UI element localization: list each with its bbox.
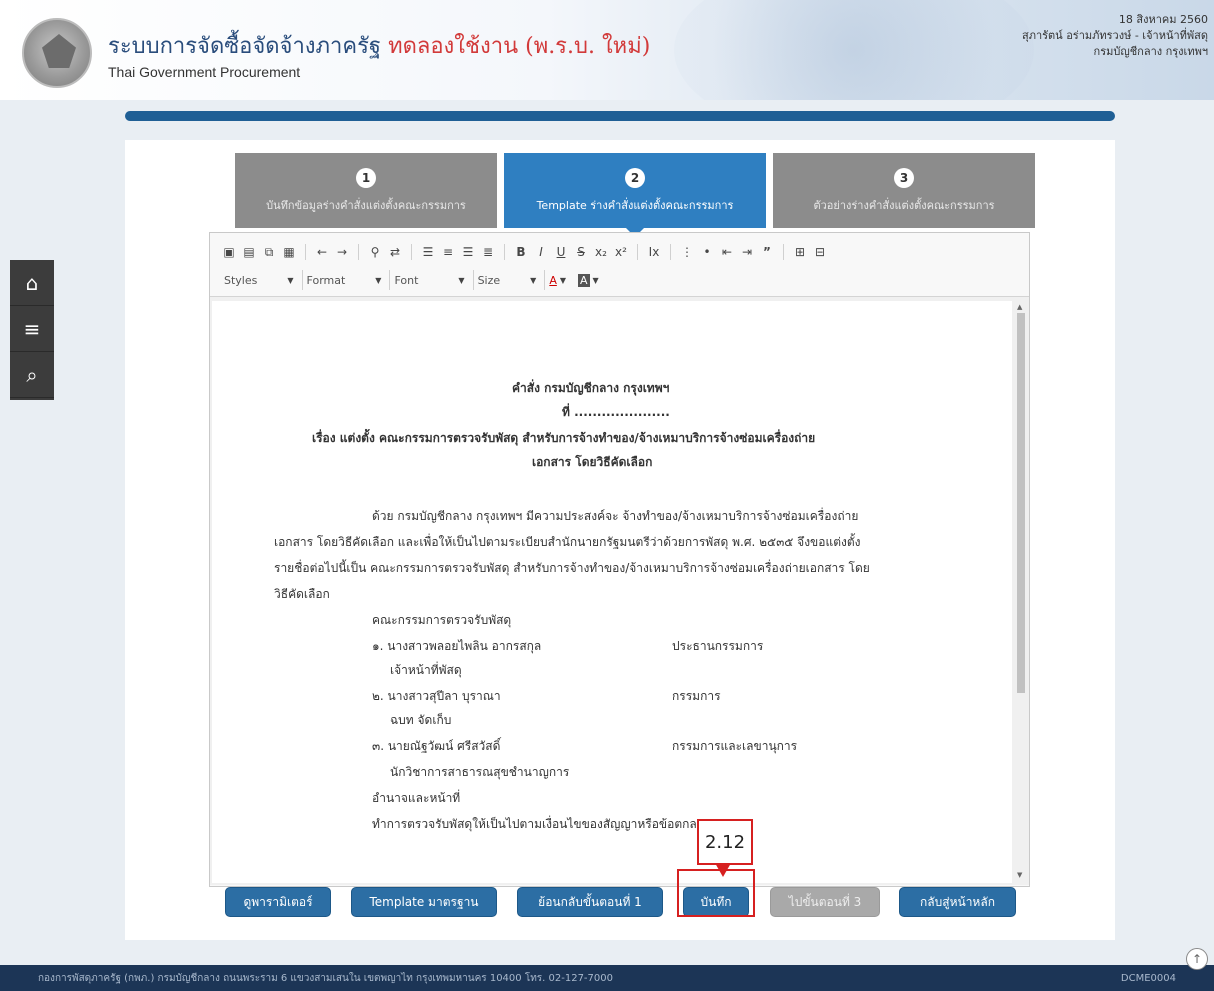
government-logo <box>22 18 92 88</box>
member-3-position: นักวิชาการสาธารณสุขชำนาญการ <box>390 765 570 779</box>
footer-address: กองการพัสดุภาครัฐ (กพภ.) กรมบัญชีกลาง ถน… <box>38 972 613 984</box>
superscript-icon[interactable]: x² <box>612 243 630 261</box>
size-dropdown[interactable]: Size ▼ <box>472 270 536 290</box>
text-color-dropdown[interactable]: A ▼ <box>544 270 566 290</box>
member-1-name: ๑. นางสาวพลอยไพลิน อากรสกุล <box>372 639 542 653</box>
wizard-steps: 1 บันทึกข้อมูลร่างคำสั่งแต่งตั้งคณะกรรมก… <box>235 153 1035 237</box>
duty-title: อำนาจและหน้าที่ <box>372 791 461 805</box>
header-pattern <box>674 0 1034 100</box>
site-title-en: Thai Government Procurement <box>108 64 301 80</box>
doc-subject: เรื่อง แต่งตั้ง คณะกรรมการตรวจรับพัสดุ ส… <box>312 431 816 445</box>
duty-text: ทำการตรวจรับพัสดุให้เป็นไปตามเงื่อนไขของ… <box>372 817 703 831</box>
strike-icon[interactable]: S <box>572 243 590 261</box>
committee-title: คณะกรรมการตรวจรับพัสดุ <box>372 613 512 627</box>
horizontal-rule-icon[interactable]: ⊟ <box>811 243 829 261</box>
copy-icon[interactable]: ⧉ <box>260 243 278 261</box>
find-icon[interactable]: ⚲ <box>366 243 384 261</box>
undo-icon[interactable]: ← <box>313 243 331 261</box>
font-dropdown[interactable]: Font ▼ <box>389 270 465 290</box>
source-icon[interactable]: ▣ <box>220 243 238 261</box>
editor-scrollbar[interactable]: ▲ ▼ <box>1015 303 1027 879</box>
member-3-name: ๓. นายณัฐวัฒน์ ศรีสวัสดิ์ <box>372 739 501 753</box>
step-label: Template ร่างคำสั่งแต่งตั้งคณะกรรมการ <box>536 198 734 212</box>
redo-icon[interactable]: → <box>333 243 351 261</box>
step-number: 1 <box>356 167 376 188</box>
bold-icon[interactable]: B <box>512 243 530 261</box>
save-doc-icon[interactable]: ▤ <box>240 243 258 261</box>
editor-toolbar: ▣ ▤ ⧉ ▦ ← → ⚲ ⇄ ☰ ≡ ☰ ≣ B I U S x₂ x² Ix… <box>210 233 1029 297</box>
site-title: ระบบการจัดซื้อจัดจ้างภาครัฐ ทดลองใช้งาน … <box>108 34 651 59</box>
member-1-role: ประธานกรรมการ <box>672 639 764 653</box>
template-standard-button[interactable]: Template มาตรฐาน <box>351 887 497 917</box>
back-step-1-button[interactable]: ย้อนกลับขั้นตอนที่ 1 <box>517 887 663 917</box>
step-3[interactable]: 3 ตัวอย่างร่างคำสั่งแต่งตั้งคณะกรรมการ <box>773 153 1035 228</box>
scroll-up-icon[interactable]: ▲ <box>1017 303 1022 311</box>
styles-dropdown[interactable]: Styles ▼ <box>220 270 294 290</box>
underline-icon[interactable]: U <box>552 243 570 261</box>
step-2[interactable]: 2 Template ร่างคำสั่งแต่งตั้งคณะกรรมการ <box>504 153 766 237</box>
align-left-icon[interactable]: ☰ <box>419 243 437 261</box>
member-2-name: ๒. นางสาวสุปีลา บุราณา <box>372 689 501 703</box>
step-label: ตัวอย่างร่างคำสั่งแต่งตั้งคณะกรรมการ <box>813 198 995 212</box>
doc-para-4: วิธีคัดเลือก <box>274 587 330 601</box>
rich-text-editor: ▣ ▤ ⧉ ▦ ← → ⚲ ⇄ ☰ ≡ ☰ ≣ B I U S x₂ x² Ix… <box>209 232 1030 887</box>
trial-label: ทดลองใช้งาน (พ.ร.บ. ใหม่) <box>388 34 651 59</box>
current-date: 18 สิงหาคม 2560 <box>1118 13 1208 26</box>
menu-icon[interactable]: ≡ <box>10 306 54 352</box>
doc-number: ที่ ..................... <box>562 405 670 419</box>
document-page[interactable]: คำสั่ง กรมบัญชีกลาง กรุงเทพฯ ที่ .......… <box>212 301 1012 883</box>
replace-icon[interactable]: ⇄ <box>386 243 404 261</box>
step-annotation-callout: 2.12 <box>697 819 753 877</box>
step-number: 2 <box>625 167 645 188</box>
doc-para-2: เอกสาร โดยวิธีคัดเลือก และเพื่อให้เป็นไป… <box>274 535 861 549</box>
user-name: สุภารัตน์ อร่ามภัทรวงษ์ - เจ้าหน้าที่พัส… <box>1021 29 1208 42</box>
bullet-list-icon[interactable]: • <box>698 243 716 261</box>
member-2-role: กรรมการ <box>672 689 721 703</box>
align-justify-icon[interactable]: ≣ <box>479 243 497 261</box>
align-center-icon[interactable]: ≡ <box>439 243 457 261</box>
outdent-icon[interactable]: ⇤ <box>718 243 736 261</box>
footer-code: DCME0004 <box>1120 972 1176 984</box>
next-step-3-button[interactable]: ไปขั้นตอนที่ 3 <box>770 887 880 917</box>
step-1[interactable]: 1 บันทึกข้อมูลร่างคำสั่งแต่งตั้งคณะกรรมก… <box>235 153 497 228</box>
italic-icon[interactable]: I <box>532 243 550 261</box>
view-parameter-button[interactable]: ดูพารามิเตอร์ <box>225 887 331 917</box>
member-3-role: กรรมการและเลขานุการ <box>672 739 798 753</box>
scroll-top-icon[interactable]: ↑ <box>1186 948 1208 970</box>
remove-format-icon[interactable]: Ix <box>645 243 663 261</box>
scroll-down-icon[interactable]: ▼ <box>1017 871 1022 879</box>
subscript-icon[interactable]: x₂ <box>592 243 610 261</box>
doc-heading: คำสั่ง กรมบัญชีกลาง กรุงเทพฯ <box>512 381 670 395</box>
home-icon[interactable]: ⌂ <box>10 260 54 306</box>
step-number: 3 <box>894 167 914 188</box>
numbered-list-icon[interactable]: ⋮ <box>678 243 696 261</box>
footer: กองการพัสดุภาครัฐ (กพภ.) กรมบัญชีกลาง ถน… <box>0 965 1214 991</box>
header-bar: ระบบการจัดซื้อจัดจ้างภาครัฐ ทดลองใช้งาน … <box>0 0 1214 100</box>
back-home-button[interactable]: กลับสู่หน้าหลัก <box>899 887 1016 917</box>
side-nav: ⌂ ≡ ⌕ <box>10 260 54 400</box>
scrollbar-thumb[interactable] <box>1017 313 1025 693</box>
doc-para-3: รายชื่อต่อไปนี้เป็น คณะกรรมการตรวจรับพัส… <box>274 561 870 575</box>
doc-para-1: ด้วย กรมบัญชีกลาง กรุงเทพฯ มีความประสงค์… <box>372 509 859 523</box>
search-icon[interactable]: ⌕ <box>10 352 54 398</box>
format-dropdown[interactable]: Format ▼ <box>301 270 381 290</box>
doc-subject-2: เอกสาร โดยวิธีคัดเลือก <box>532 455 653 469</box>
step-label: บันทึกข้อมูลร่างคำสั่งแต่งตั้งคณะกรรมการ <box>266 198 466 212</box>
indent-icon[interactable]: ⇥ <box>738 243 756 261</box>
user-department: กรมบัญชีกลาง กรุงเทพฯ <box>1093 45 1208 58</box>
align-right-icon[interactable]: ☰ <box>459 243 477 261</box>
member-1-position: เจ้าหน้าที่พัสดุ <box>390 663 462 677</box>
user-info: 18 สิงหาคม 2560 สุภารัตน์ อร่ามภัทรวงษ์ … <box>1022 12 1208 60</box>
table-icon[interactable]: ⊞ <box>791 243 809 261</box>
progress-bar <box>125 111 1115 121</box>
member-2-position: ฉบท จัดเก็บ <box>390 713 452 727</box>
blockquote-icon[interactable]: ” <box>758 243 776 261</box>
paste-icon[interactable]: ▦ <box>280 243 298 261</box>
bg-color-dropdown[interactable]: A ▼ <box>574 270 599 290</box>
document-area[interactable]: คำสั่ง กรมบัญชีกลาง กรุงเทพฯ ที่ .......… <box>210 297 1029 885</box>
